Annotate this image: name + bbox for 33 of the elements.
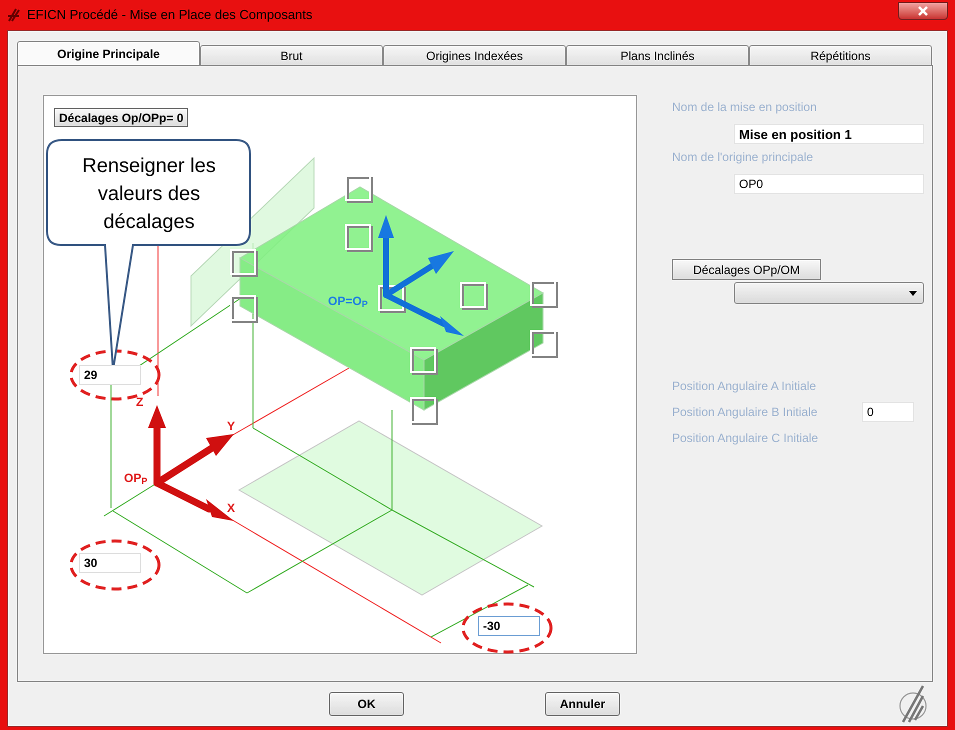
offsets-button[interactable]: Décalages OPp/OM xyxy=(672,259,821,280)
axis-label: X xyxy=(227,502,236,514)
angle-field[interactable]: 0 xyxy=(862,402,914,422)
dropdown-arrow-icon xyxy=(909,290,917,296)
angle-label: Position Angulaire B Initiale xyxy=(672,404,818,421)
axis-label: Z xyxy=(136,396,144,408)
tab[interactable]: Origines Indexées xyxy=(383,45,566,65)
app-logo-icon xyxy=(7,8,21,22)
origin-name-label: Nom de l'origine principale xyxy=(672,149,814,166)
angle-label: Position Angulaire C Initiale xyxy=(672,430,820,447)
part-origin-label: OP=O$_{P}$ xyxy=(328,293,368,310)
origin-name-field[interactable]: OP0 xyxy=(734,174,924,194)
setup-name-label: Nom de la mise en position xyxy=(672,99,818,116)
axis-label: Y xyxy=(227,420,236,432)
offset-input[interactable]: 29 xyxy=(79,365,141,385)
window-title: EFICN Procédé - Mise en Place des Composants xyxy=(27,6,312,24)
tab[interactable]: Répétitions xyxy=(749,45,932,65)
close-icon xyxy=(918,6,928,16)
angle-label: Position Angulaire A Initiale xyxy=(672,378,818,395)
offset-input[interactable]: 30 xyxy=(79,553,141,573)
logo-icon xyxy=(897,684,929,724)
offset-button[interactable]: Décalages Op/OPp= 0 xyxy=(54,108,188,127)
tab[interactable]: Brut xyxy=(200,45,383,65)
tab[interactable]: Plans Inclinés xyxy=(566,45,749,65)
close-button[interactable] xyxy=(898,2,948,20)
dialog-button[interactable]: OK xyxy=(329,692,404,716)
origin-label: OP$_{P}$ xyxy=(124,470,148,487)
dropdown[interactable] xyxy=(734,282,924,304)
callout-text: Renseigner les valeurs des décalages xyxy=(81,154,217,235)
tab[interactable]: Origine Principale xyxy=(17,41,200,65)
dialog-button[interactable]: Annuler xyxy=(545,692,620,716)
offset-input[interactable]: -30 xyxy=(478,616,540,636)
setup-name-field[interactable]: Mise en position 1 xyxy=(734,124,924,144)
